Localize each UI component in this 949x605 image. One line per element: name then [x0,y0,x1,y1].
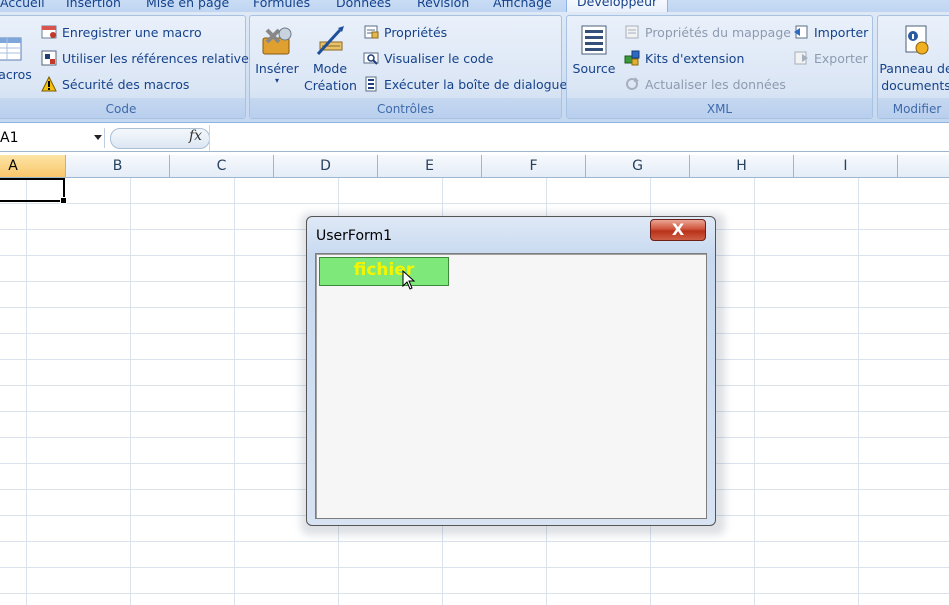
close-button[interactable]: X [650,219,706,241]
import-icon [793,24,809,40]
userform-client-area: fichier [315,253,707,519]
insert-control-button[interactable]: Insérer ▾ [254,24,300,85]
view-code-icon [363,50,379,66]
warning-icon [41,75,57,92]
xml-source-button[interactable]: Source [571,24,617,77]
column-header-c[interactable]: C [170,155,274,177]
expansion-packs-icon [624,50,640,66]
name-box-value: A1 [0,130,19,146]
document-panel-icon [898,24,934,58]
userform-title: UserForm1 [316,228,393,244]
tab-affichage[interactable]: Affichage [493,0,552,10]
design-mode-icon [312,24,348,58]
active-cell-a1[interactable] [0,178,67,204]
name-box-dropdown-icon[interactable] [94,135,102,140]
tab-insertion[interactable]: Insertion [66,0,121,10]
column-headers: A B C D E F G H I [0,155,949,178]
group-label-controles: Contrôles [376,102,434,116]
group-code: acros Enregistrer une macro Utiliser les… [0,15,255,119]
record-macro-icon [41,24,57,40]
group-controles: Insérer ▾ Mode Création Propriétés Visua… [249,15,567,119]
macro-security-button[interactable]: Sécurité des macros [41,73,189,95]
xml-source-icon [576,24,612,58]
tab-formules[interactable]: Formules [253,0,310,10]
macros-label: acros [0,67,32,82]
expansion-packs-button[interactable]: Kits d'extension [624,47,744,69]
tab-donnees[interactable]: Données [336,0,391,10]
map-properties-button[interactable]: Propriétés du mappage [624,21,791,43]
column-header-b[interactable]: B [66,155,170,177]
refresh-data-icon [624,76,640,92]
column-header-g[interactable]: G [586,155,690,177]
tab-revision[interactable]: Révision [417,0,469,10]
ribbon: acros Enregistrer une macro Utiliser les… [0,12,949,123]
relative-references-icon [41,50,57,66]
export-icon [793,50,809,66]
run-dialog-button[interactable]: Exécuter la boîte de dialogue [363,73,567,95]
group-label-code: Code [105,102,137,116]
tab-developpeur[interactable]: Développeur [566,0,669,12]
map-properties-icon [624,24,640,40]
properties-icon [363,24,379,40]
group-label-modifier: Modifier [892,102,942,116]
group-xml: Source Propriétés du mappage Kits d'exte… [566,15,873,119]
relative-references-button[interactable]: Utiliser les références relatives [41,47,255,69]
macros-icon [0,30,23,64]
column-header-d[interactable]: D [274,155,378,177]
ribbon-tab-bar: Accueil Insertion Mise en page Formules … [0,0,949,12]
column-header-e[interactable]: E [378,155,482,177]
close-icon: X [671,220,685,239]
properties-button[interactable]: Propriétés [363,21,447,43]
record-macro-button[interactable]: Enregistrer une macro [41,21,202,43]
tab-accueil[interactable]: Accueil [0,0,45,10]
column-header-h[interactable]: H [690,155,794,177]
name-box[interactable]: A1 [0,128,105,148]
insert-function-icon[interactable]: fx [189,128,202,144]
column-header-j[interactable] [898,155,949,177]
group-modifier: Panneau de documents Modifier [877,15,949,119]
document-panel-button[interactable]: Panneau de documents [878,24,949,94]
view-code-button[interactable]: Visualiser le code [363,47,493,69]
run-dialog-icon [363,76,379,92]
insert-dropdown-arrow-icon: ▾ [274,76,279,85]
tab-mise-en-page[interactable]: Mise en page [146,0,229,10]
userform-window: UserForm1 X fichier [306,216,716,526]
toolbox-icon [259,24,295,58]
mouse-cursor-icon [402,270,416,290]
column-header-f[interactable]: F [482,155,586,177]
fichier-button[interactable]: fichier [319,257,449,286]
macros-button[interactable]: acros [0,30,33,83]
group-label-xml: XML [706,102,733,116]
refresh-data-button[interactable]: Actualiser les données [624,73,786,95]
export-button[interactable]: Exporter [793,47,868,69]
design-mode-button[interactable]: Mode Création [304,24,357,94]
import-button[interactable]: Importer [793,21,868,43]
column-header-a[interactable]: A [0,155,66,177]
column-header-i[interactable]: I [794,155,898,177]
formula-bar: A1 fx [0,125,949,152]
